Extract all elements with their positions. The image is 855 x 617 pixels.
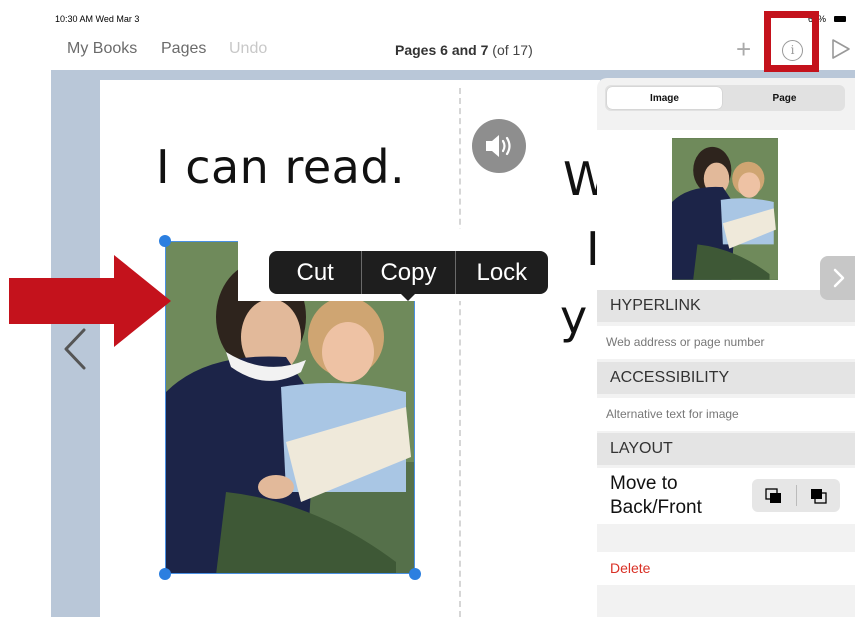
image-preview-area (597, 130, 855, 295)
layout-label-line-1: Move to (610, 473, 678, 494)
page-divider (459, 88, 461, 617)
context-menu-caret (399, 292, 417, 301)
accessibility-section-header: ACCESSIBILITY (597, 362, 855, 394)
next-page-tab[interactable] (820, 256, 855, 300)
cut-menu-item[interactable]: Cut (269, 251, 361, 294)
resize-handle-top-left[interactable] (159, 235, 171, 247)
bring-to-front-button[interactable] (797, 479, 840, 512)
resize-handle-bottom-left[interactable] (159, 568, 171, 580)
layout-row: Move to Back/Front (597, 468, 855, 524)
image-page-segmented-control: Image Page (605, 85, 845, 111)
speaker-button[interactable] (472, 119, 526, 173)
battery-icon (834, 16, 846, 22)
copy-menu-item[interactable]: Copy (362, 251, 454, 294)
page-total: (of 17) (488, 42, 533, 58)
speaker-icon (486, 135, 511, 157)
layout-label-line-2: Back/Front (610, 497, 702, 518)
resize-handle-bottom-right[interactable] (409, 568, 421, 580)
send-to-back-button[interactable] (752, 479, 795, 512)
thumbnail-photo (672, 138, 778, 280)
tab-page[interactable]: Page (726, 87, 843, 109)
delete-button[interactable]: Delete (597, 552, 855, 585)
layout-section-header: LAYOUT (597, 433, 855, 465)
hyperlink-input[interactable]: Web address or page number (597, 326, 855, 359)
undo-button[interactable]: Undo (229, 40, 267, 58)
play-icon[interactable] (830, 37, 852, 61)
left-page-text[interactable]: I can read. (156, 140, 405, 194)
plus-icon[interactable]: + (736, 36, 751, 62)
move-to-back-front-label: Move to Back/Front (610, 472, 702, 520)
my-books-button[interactable]: My Books (67, 40, 137, 58)
inspector-panel: Image Page HYPERLINK Web address or page… (597, 78, 855, 617)
hyperlink-section-header: HYPERLINK (597, 290, 855, 322)
bring-to-front-icon (810, 488, 827, 504)
context-menu: Cut Copy Lock (269, 251, 548, 294)
alt-text-input[interactable]: Alternative text for image (597, 398, 855, 431)
red-highlight-box (764, 11, 819, 72)
red-annotation-arrow (9, 255, 171, 347)
page-title: Pages 6 and 7 (of 17) (395, 42, 533, 58)
send-to-back-icon (764, 487, 781, 503)
tab-image[interactable]: Image (607, 87, 722, 109)
page-range: Pages 6 and 7 (395, 42, 489, 58)
status-time: 10:30 AM Wed Mar 3 (55, 14, 140, 24)
lock-menu-item[interactable]: Lock (456, 251, 548, 294)
layer-order-control (752, 479, 840, 512)
chevron-right-icon (833, 268, 845, 288)
image-thumbnail (672, 138, 778, 280)
pages-button[interactable]: Pages (161, 40, 206, 58)
